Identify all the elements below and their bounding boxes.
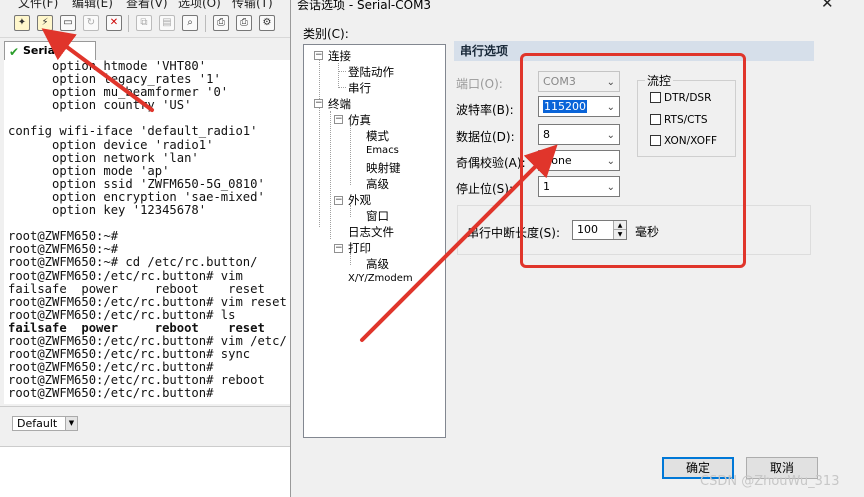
- toolbar-separator: [205, 15, 206, 32]
- connect-icon[interactable]: ✦: [14, 15, 30, 31]
- tree-line: [330, 111, 331, 239]
- toolbar: ✦ ⚡ ▭ ↻ ✕ ⧉ ▤ ⌕ ⎙ ⎙ ⚙: [0, 10, 290, 38]
- tree-item-terminal[interactable]: 终端: [328, 96, 351, 112]
- connect-tab-icon[interactable]: ▭: [60, 15, 76, 31]
- parity-label: 奇偶校验(A):: [456, 156, 526, 170]
- tree-item-appearance[interactable]: 外观: [348, 192, 371, 208]
- terminal-line: config wifi-iface 'default_radio1': [8, 124, 258, 139]
- chevron-down-icon: ▼: [65, 417, 77, 430]
- databits-label: 数据位(D):: [456, 130, 515, 144]
- tree-item-print-advanced[interactable]: 高级: [366, 256, 389, 272]
- terminal-line: option ssid 'ZWFM650-5G_0810': [8, 176, 265, 191]
- print-icon[interactable]: ⎙: [213, 15, 229, 31]
- terminal-line: failsafe power reboot reset: [8, 281, 265, 296]
- tree-item-emulation[interactable]: 仿真: [348, 112, 371, 128]
- terminal-line: root@ZWFM650:/etc/rc.button# vim: [8, 268, 243, 283]
- command-window[interactable]: [0, 446, 290, 497]
- tree-item-xyzmodem[interactable]: X/Y/Zmodem: [348, 273, 413, 284]
- session-tab-strip: ✔ Serial-COM3: [0, 40, 290, 74]
- tree-item-serial[interactable]: 串行: [348, 80, 371, 96]
- quick-connect-icon[interactable]: ⚡: [37, 15, 53, 31]
- menu-view[interactable]: 查看(V): [126, 0, 168, 10]
- tree-item-key-map[interactable]: 映射键: [366, 160, 401, 176]
- menu-bar: 文件(F) 编辑(E) 查看(V) 选项(O) 传输(T): [0, 0, 290, 10]
- terminal-line: option key '12345678': [8, 203, 207, 218]
- collapse-icon[interactable]: −: [334, 196, 343, 205]
- baud-label: 波特率(B):: [456, 103, 514, 117]
- tree-line: [319, 59, 320, 227]
- terminal-line: root@ZWFM650:/etc/rc.button#: [8, 386, 214, 401]
- checkmark-icon: ✔: [9, 45, 20, 59]
- tree-item-print[interactable]: 打印: [348, 240, 371, 256]
- category-label: 类别(C):: [303, 27, 349, 41]
- tree-item-login-actions[interactable]: 登陆动作: [348, 64, 394, 80]
- reconnect-icon[interactable]: ↻: [83, 15, 99, 31]
- tree-line: [350, 125, 351, 185]
- session-options-dialog: 会话选项 - Serial-COM3 ✕ 类别(C): − 连接 登陆动作 串行…: [290, 0, 864, 497]
- collapse-icon[interactable]: −: [334, 244, 343, 253]
- terminal-line: option device 'radio1': [8, 137, 214, 152]
- menu-edit[interactable]: 编辑(E): [72, 0, 113, 10]
- stopbits-label: 停止位(S):: [456, 182, 514, 196]
- dialog-title: 会话选项 - Serial-COM3: [297, 0, 432, 12]
- category-tree[interactable]: − 连接 登陆动作 串行 − 终端 − 仿真 模式 Emacs 映射键 高级 −…: [303, 44, 446, 438]
- annotation-highlight-box: [520, 53, 746, 268]
- tree-item-connection[interactable]: 连接: [328, 48, 351, 64]
- menu-file[interactable]: 文件(F): [18, 0, 58, 10]
- copy-icon[interactable]: ⧉: [136, 15, 152, 31]
- find-icon[interactable]: ⌕: [182, 15, 198, 31]
- menu-transfer[interactable]: 传输(T): [232, 0, 273, 10]
- collapse-icon[interactable]: −: [314, 51, 323, 60]
- menu-options[interactable]: 选项(O): [178, 0, 221, 10]
- tree-line: [338, 71, 346, 72]
- terminal-line: root@ZWFM650:/etc/rc.button# vim reset: [8, 294, 287, 309]
- terminal-output[interactable]: option htmode 'VHT80' option legacy_rate…: [4, 60, 294, 404]
- print-selection-icon[interactable]: ⎙: [236, 15, 252, 31]
- button-bar-select[interactable]: Default ▼: [12, 416, 78, 431]
- terminal-line: root@ZWFM650:~# cd /etc/rc.button/: [8, 255, 258, 270]
- tree-line: [338, 87, 346, 88]
- terminal-line: option country 'US': [8, 98, 192, 113]
- port-label: 端口(O):: [456, 77, 503, 91]
- toolbar-separator: [128, 15, 129, 32]
- terminal-line: failsafe power reboot reset: [8, 320, 265, 335]
- terminal-line: root@ZWFM650:/etc/rc.button# ls: [8, 307, 236, 322]
- watermark: CSDN @ZhouWu_313: [700, 474, 840, 489]
- terminal-line: option mode 'ap': [8, 163, 170, 178]
- close-icon[interactable]: ✕: [821, 0, 834, 12]
- button-bar-select-value: Default: [17, 417, 58, 430]
- tree-item-window[interactable]: 窗口: [366, 208, 389, 224]
- settings-icon[interactable]: ⚙: [259, 15, 275, 31]
- collapse-icon[interactable]: −: [334, 115, 343, 124]
- tree-item-emacs[interactable]: Emacs: [366, 145, 399, 156]
- dialog-title-bar: 会话选项 - Serial-COM3: [291, 0, 864, 12]
- tree-item-modes[interactable]: 模式: [366, 128, 389, 144]
- paste-icon[interactable]: ▤: [159, 15, 175, 31]
- terminal-line: option network 'lan': [8, 150, 199, 165]
- collapse-icon[interactable]: −: [314, 99, 323, 108]
- tree-item-emulation-advanced[interactable]: 高级: [366, 176, 389, 192]
- tree-item-log-file[interactable]: 日志文件: [348, 224, 394, 240]
- tree-line: [338, 63, 339, 88]
- disconnect-icon[interactable]: ✕: [106, 15, 122, 31]
- tab-serial-com3[interactable]: ✔ Serial-COM3: [4, 41, 96, 74]
